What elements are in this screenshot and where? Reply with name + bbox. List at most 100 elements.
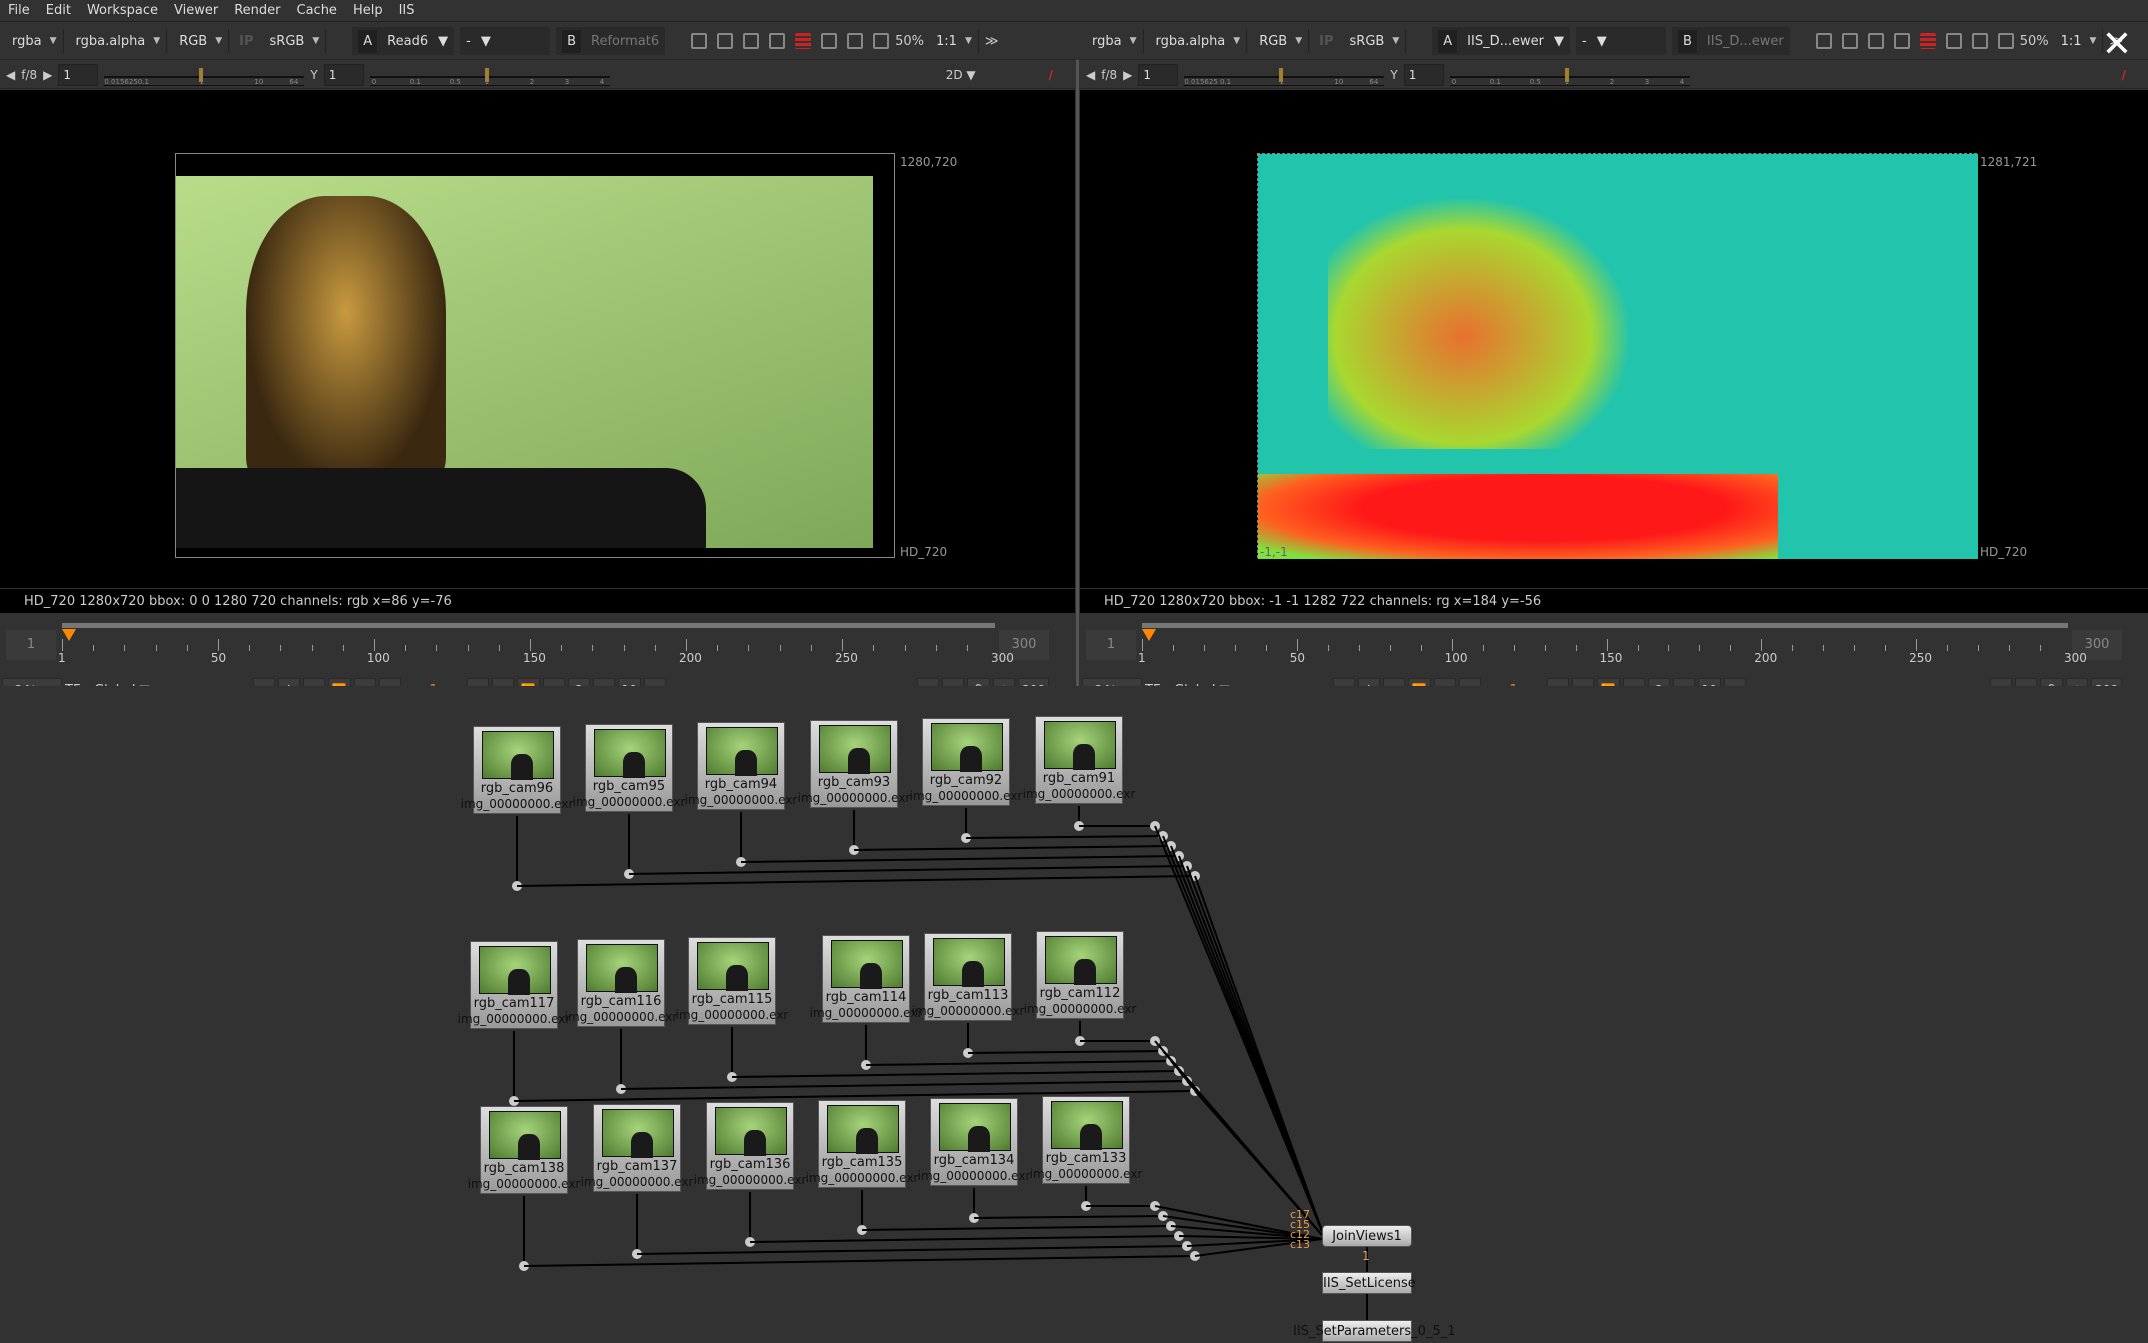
timeline-in-point[interactable]: 1: [1086, 630, 1136, 660]
read-node[interactable]: rgb_cam115 img_00000000.exr: [676, 937, 788, 1025]
gear-icon[interactable]: [1971, 33, 1988, 49]
read-node[interactable]: rgb_cam135 img_00000000.exr: [806, 1100, 918, 1188]
alpha-dropdown[interactable]: rgba.alpha ▼: [70, 29, 168, 53]
read-node[interactable]: rgb_cam94 img_00000000.exr: [685, 722, 797, 810]
mask-icon[interactable]: [1841, 33, 1858, 49]
gear-icon[interactable]: [847, 33, 864, 49]
pause-icon[interactable]: [1997, 33, 2014, 49]
fstop-left-icon[interactable]: ◀: [1086, 68, 1095, 82]
refresh-icon[interactable]: [1945, 33, 1962, 49]
stripes-icon[interactable]: [743, 33, 760, 49]
gamma-slider[interactable]: 0 0.1 0.5 1 2 3 4: [1449, 64, 1690, 86]
timeline-in-point[interactable]: 1: [6, 630, 56, 660]
read-node[interactable]: rgb_cam93 img_00000000.exr: [798, 720, 910, 808]
lut-dropdown[interactable]: sRGB ▼: [1344, 29, 1407, 53]
timeline[interactable]: 1 300 1 50 100 150 200 250 300: [1080, 615, 2148, 683]
paint-icon[interactable]: /: [1049, 68, 1053, 82]
zoom-level[interactable]: 50%: [2020, 34, 2049, 49]
clipping-icon[interactable]: [795, 33, 812, 49]
timeline-ruler[interactable]: 1 50 100 150 200 250 300: [58, 623, 1014, 665]
gamma-input[interactable]: 1: [1403, 63, 1444, 86]
timeline-label: 250: [1909, 651, 1933, 665]
channels-dropdown[interactable]: rgba ▼: [1086, 29, 1144, 53]
timeline[interactable]: 1 300 1 50 100 150 200 250 300: [0, 615, 1075, 683]
join-views-node[interactable]: JoinViews1: [1322, 1225, 1412, 1247]
menu-iis[interactable]: IIS: [399, 3, 415, 18]
gain-slider[interactable]: 0.015625 0.1 1 10 64: [1184, 64, 1385, 86]
input-a-selector[interactable]: A IIS_D...ewer ▼: [1432, 27, 1570, 55]
gain-slider[interactable]: 0.0156250.1 1 10 64: [104, 64, 305, 86]
viewer-canvas[interactable]: -1,-1 1281,721 HD_720: [1080, 90, 2148, 588]
menu-edit[interactable]: Edit: [46, 3, 71, 18]
viewer-canvas[interactable]: 1280,720 HD_720: [0, 90, 1075, 588]
wipe-icon[interactable]: [769, 33, 786, 49]
stripes-icon[interactable]: [1867, 33, 1884, 49]
menu-viewer[interactable]: Viewer: [174, 3, 218, 18]
refresh-icon[interactable]: [821, 33, 838, 49]
menu-render[interactable]: Render: [234, 3, 280, 18]
read-node[interactable]: rgb_cam91 img_00000000.exr: [1023, 716, 1135, 804]
input-a-selector[interactable]: A Read6 ▼: [352, 27, 455, 55]
ip-toggle[interactable]: IP: [1315, 34, 1337, 49]
playhead[interactable]: [62, 629, 76, 641]
alpha-dropdown[interactable]: rgba.alpha ▼: [1150, 29, 1248, 53]
pane-divider[interactable]: [1076, 60, 1079, 686]
wire: [749, 1235, 1180, 1243]
ratio-dropdown[interactable]: 1:1 ▼: [930, 29, 979, 53]
timeline-label: 50: [1289, 651, 1306, 665]
zoom-level[interactable]: 50%: [895, 34, 924, 49]
close-icon[interactable]: ✕: [2102, 24, 2132, 65]
set-parameters-node[interactable]: IIS_SetParameters_0_5_1: [1293, 1320, 1456, 1342]
ratio-dropdown[interactable]: 1:1 ▼: [2055, 29, 2104, 53]
timeline-tick: [654, 645, 656, 651]
blend-mode-dropdown[interactable]: - ▼: [460, 27, 551, 55]
clipping-icon[interactable]: [1919, 33, 1936, 49]
display-dropdown[interactable]: RGB ▼: [1253, 29, 1310, 53]
gain-input[interactable]: 1: [1138, 63, 1179, 86]
set-license-node[interactable]: IIS_SetLicense: [1322, 1272, 1416, 1294]
read-node[interactable]: rgb_cam95 img_00000000.exr: [573, 724, 685, 812]
mask-icon[interactable]: [717, 33, 734, 49]
expand-icon[interactable]: ≫: [985, 34, 999, 49]
timeline-ruler[interactable]: 1 50 100 150 200 250 300: [1138, 623, 2087, 665]
read-node[interactable]: rgb_cam137 img_00000000.exr: [581, 1104, 693, 1192]
input-b-selector[interactable]: B IIS_D...ewer: [1671, 27, 1790, 55]
tick-label: 10: [1334, 77, 1344, 86]
gain-input[interactable]: 1: [58, 63, 99, 86]
menu-workspace[interactable]: Workspace: [87, 3, 158, 18]
wipe-icon[interactable]: [1893, 33, 1910, 49]
read-node[interactable]: rgb_cam136 img_00000000.exr: [694, 1102, 806, 1190]
read-node[interactable]: rgb_cam92 img_00000000.exr: [910, 718, 1022, 806]
read-node[interactable]: rgb_cam134 img_00000000.exr: [918, 1098, 1030, 1186]
channels-dropdown[interactable]: rgba ▼: [6, 29, 64, 53]
view-mode-dropdown[interactable]: 2D ▼: [946, 68, 976, 82]
read-node[interactable]: rgb_cam117 img_00000000.exr: [458, 941, 570, 1029]
pause-icon[interactable]: [873, 33, 890, 49]
fstop-left-icon[interactable]: ◀: [6, 68, 15, 82]
roi-icon[interactable]: [691, 33, 708, 49]
menu-file[interactable]: File: [8, 3, 30, 18]
fstop-right-icon[interactable]: ▶: [43, 68, 52, 82]
menu-cache[interactable]: Cache: [297, 3, 337, 18]
input-b-selector[interactable]: B Reformat6: [556, 27, 666, 55]
wire: [967, 1050, 1164, 1054]
gamma-slider[interactable]: 0 0.1 0.5 1 2 3 4: [369, 64, 610, 86]
display-dropdown[interactable]: RGB ▼: [173, 29, 230, 53]
read-node[interactable]: rgb_cam96 img_00000000.exr: [461, 726, 573, 814]
roi-icon[interactable]: [1815, 33, 1832, 49]
paint-icon[interactable]: /: [2122, 68, 2126, 82]
read-node[interactable]: rgb_cam138 img_00000000.exr: [468, 1106, 580, 1194]
playhead[interactable]: [1142, 629, 1156, 641]
node-graph[interactable]: rgb_cam96 img_00000000.exr rgb_cam95 img_00…: [0, 686, 2148, 1342]
read-node[interactable]: rgb_cam133 img_00000000.exr: [1030, 1096, 1142, 1184]
wire: [731, 1070, 1180, 1078]
lut-dropdown[interactable]: sRGB ▼: [264, 29, 327, 53]
blend-mode-dropdown[interactable]: - ▼: [1575, 27, 1666, 55]
read-node[interactable]: rgb_cam113 img_00000000.exr: [912, 933, 1024, 1021]
fstop-right-icon[interactable]: ▶: [1123, 68, 1132, 82]
read-node[interactable]: rgb_cam112 img_00000000.exr: [1024, 931, 1136, 1019]
read-node[interactable]: rgb_cam116 img_00000000.exr: [565, 939, 677, 1027]
gamma-input[interactable]: 1: [323, 63, 364, 86]
ip-toggle[interactable]: IP: [235, 34, 257, 49]
menu-help[interactable]: Help: [353, 3, 383, 18]
